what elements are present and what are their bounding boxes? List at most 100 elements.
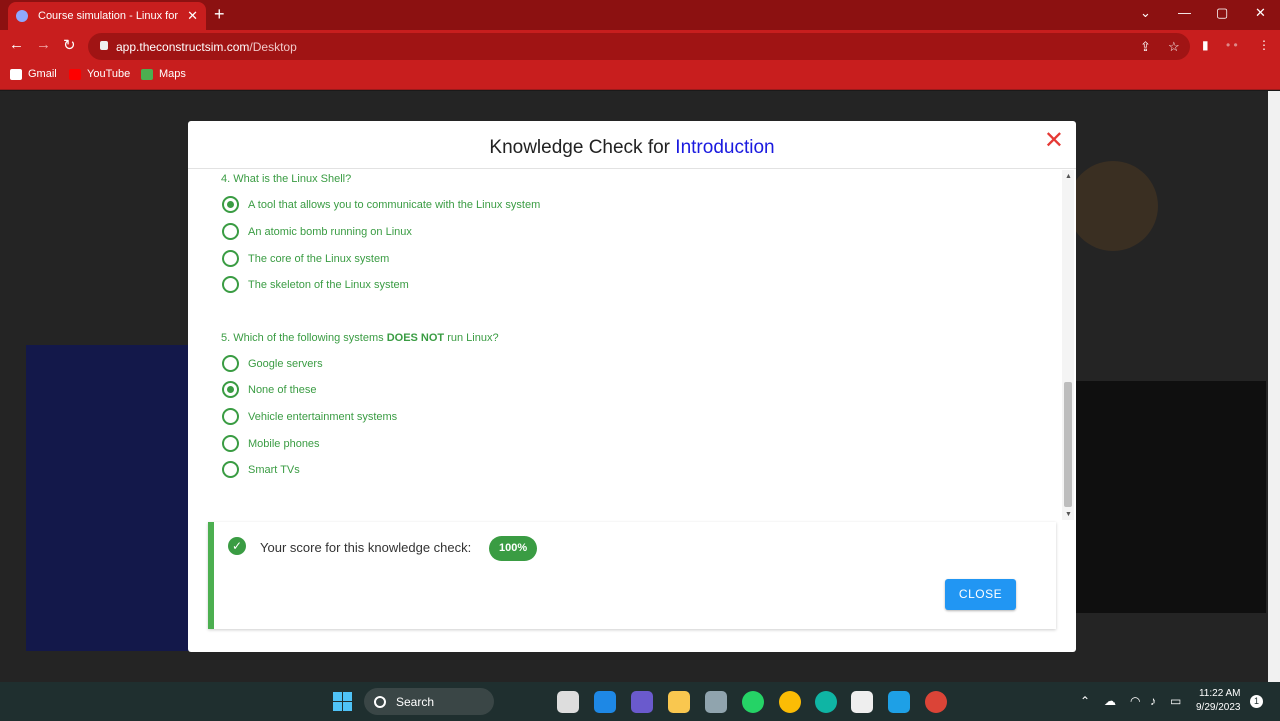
radio-icon[interactable] xyxy=(222,355,239,372)
modal-close-icon[interactable]: ✕ xyxy=(1044,129,1064,153)
youtube-icon xyxy=(69,68,81,80)
bookmark-gmail[interactable]: Gmail xyxy=(10,68,57,80)
option-label: A tool that allows you to communicate wi… xyxy=(248,198,541,211)
wifi-icon[interactable]: ◠ xyxy=(1130,694,1140,708)
back-icon[interactable]: ← xyxy=(9,36,24,53)
bookmark-youtube[interactable]: YouTube xyxy=(69,68,130,80)
answer-option[interactable]: A tool that allows you to communicate wi… xyxy=(222,196,540,213)
scroll-up-icon[interactable]: ▲ xyxy=(1065,173,1072,180)
tab-close-icon[interactable]: ✕ xyxy=(187,8,198,24)
option-label: The core of the Linux system xyxy=(248,252,390,265)
notification-badge[interactable]: 1 xyxy=(1250,695,1263,708)
scroll-down-icon[interactable]: ▼ xyxy=(1065,511,1072,518)
chrome-icon[interactable] xyxy=(925,691,947,713)
option-label: The skeleton of the Linux system xyxy=(248,278,409,291)
question-text-part: run Linux? xyxy=(444,332,499,344)
option-label: Google servers xyxy=(248,357,323,370)
answer-option[interactable]: Mobile phones xyxy=(222,435,320,452)
answer-option[interactable]: Smart TVs xyxy=(222,461,300,478)
bookmark-label: Maps xyxy=(159,68,186,80)
widgets-icon[interactable] xyxy=(594,691,616,713)
battery-icon[interactable]: ▭ xyxy=(1170,694,1181,708)
radio-icon[interactable] xyxy=(222,408,239,425)
chrome-profile-icon[interactable] xyxy=(779,691,801,713)
address-bar[interactable]: app.theconstructsim.com/Desktop ⇪ ☆ xyxy=(88,33,1190,60)
l-app-icon[interactable] xyxy=(888,691,910,713)
clock-time: 11:22 AM xyxy=(1198,688,1241,699)
maximize-icon[interactable]: ▢ xyxy=(1216,5,1228,21)
radio-icon[interactable] xyxy=(222,461,239,478)
taskbar-search[interactable]: Search xyxy=(364,688,494,715)
modal-title-prefix: Knowledge Check for xyxy=(489,137,676,158)
option-label: None of these xyxy=(248,383,317,396)
gmail-icon xyxy=(10,68,22,80)
answer-option[interactable]: Vehicle entertainment systems xyxy=(222,408,397,425)
search-label: Search xyxy=(396,694,435,709)
radio-icon[interactable] xyxy=(222,223,239,240)
answer-option[interactable]: An atomic bomb running on Linux xyxy=(222,223,412,240)
menu-icon[interactable]: ⋮ xyxy=(1258,38,1270,52)
edge-icon[interactable] xyxy=(815,691,837,713)
browser-tab-bar: Course simulation - Linux for Ro ✕ + ⌄ —… xyxy=(0,0,1280,30)
radio-selected-icon[interactable] xyxy=(222,196,239,213)
search-icon xyxy=(374,695,386,708)
task-view-icon[interactable] xyxy=(557,691,579,713)
background-course-image xyxy=(26,345,191,651)
modal-scrollbar[interactable]: ▲ ▼ xyxy=(1062,170,1074,520)
option-label: Vehicle entertainment systems xyxy=(248,410,398,423)
answer-option[interactable]: The core of the Linux system xyxy=(222,250,389,267)
maps-icon xyxy=(141,68,153,80)
clock[interactable]: 11:22 AM 9/29/2023 xyxy=(1196,687,1241,715)
minimize-icon[interactable]: — xyxy=(1178,5,1191,20)
close-button[interactable]: CLOSE xyxy=(945,579,1016,610)
question-text: 4. What is the Linux Shell? xyxy=(221,173,352,185)
tray-chevron-icon[interactable]: ⌃ xyxy=(1080,694,1090,708)
camera-icon[interactable] xyxy=(705,691,727,713)
profile-icon[interactable]: • • xyxy=(1226,38,1238,52)
url-path: /Desktop xyxy=(249,40,297,54)
radio-icon[interactable] xyxy=(222,250,239,267)
questions-area: 4. What is the Linux Shell? A tool that … xyxy=(188,170,1062,520)
question-text-part: 5. Which of the following systems xyxy=(221,332,387,344)
reload-icon[interactable]: ↻ xyxy=(63,36,76,54)
forward-icon[interactable]: → xyxy=(36,36,51,53)
question-text-emphasis: DOES NOT xyxy=(386,332,445,344)
score-label: Your score for this knowledge check: xyxy=(260,540,472,555)
new-tab-icon[interactable]: + xyxy=(214,4,225,25)
tab-search-chevron-icon[interactable]: ⌄ xyxy=(1140,5,1151,21)
radio-icon[interactable] xyxy=(222,276,239,293)
browser-toolbar: ← → ↻ app.theconstructsim.com/Desktop ⇪ … xyxy=(0,30,1280,62)
volume-icon[interactable]: ♪ xyxy=(1150,694,1156,708)
lock-icon xyxy=(100,41,108,50)
bookmark-label: Gmail xyxy=(28,68,57,80)
browser-tab[interactable]: Course simulation - Linux for Ro ✕ xyxy=(8,2,206,30)
windows-taskbar: Search ⌃ ☁ ◠ ♪ ▭ 11:22 AM 9/29/2023 1 xyxy=(0,682,1280,721)
option-label: Mobile phones xyxy=(248,437,320,450)
share-icon[interactable]: ⇪ xyxy=(1140,39,1151,55)
answer-option[interactable]: None of these xyxy=(222,381,317,398)
radio-icon[interactable] xyxy=(222,435,239,452)
modal-title-accent: Introduction xyxy=(675,137,775,158)
bookmark-star-icon[interactable]: ☆ xyxy=(1168,39,1180,55)
window-close-icon[interactable]: ✕ xyxy=(1255,5,1266,21)
bookmark-label: YouTube xyxy=(87,68,131,80)
onedrive-icon[interactable]: ☁ xyxy=(1104,694,1116,708)
score-panel: ✓ Your score for this knowledge check: 1… xyxy=(208,522,1056,629)
side-panel-icon[interactable]: ▮ xyxy=(1202,38,1209,52)
start-icon[interactable] xyxy=(333,692,352,711)
answer-option[interactable]: The skeleton of the Linux system xyxy=(222,276,409,293)
url-text: app.theconstructsim.com/Desktop xyxy=(116,40,297,54)
bookmark-maps[interactable]: Maps xyxy=(141,68,186,80)
answer-option[interactable]: Google servers xyxy=(222,355,323,372)
store-icon[interactable] xyxy=(851,691,873,713)
radio-selected-icon[interactable] xyxy=(222,381,239,398)
whatsapp-icon[interactable] xyxy=(742,691,764,713)
file-explorer-icon[interactable] xyxy=(668,691,690,713)
option-label: Smart TVs xyxy=(248,463,300,476)
knowledge-check-modal: Knowledge Check for Introduction ✕ 4. Wh… xyxy=(188,121,1076,652)
background-avatar xyxy=(1068,161,1158,251)
modal-title: Knowledge Check for Introduction xyxy=(489,137,774,159)
page-scrollbar[interactable] xyxy=(1268,91,1280,682)
scrollbar-thumb[interactable] xyxy=(1064,382,1072,507)
teams-icon[interactable] xyxy=(631,691,653,713)
